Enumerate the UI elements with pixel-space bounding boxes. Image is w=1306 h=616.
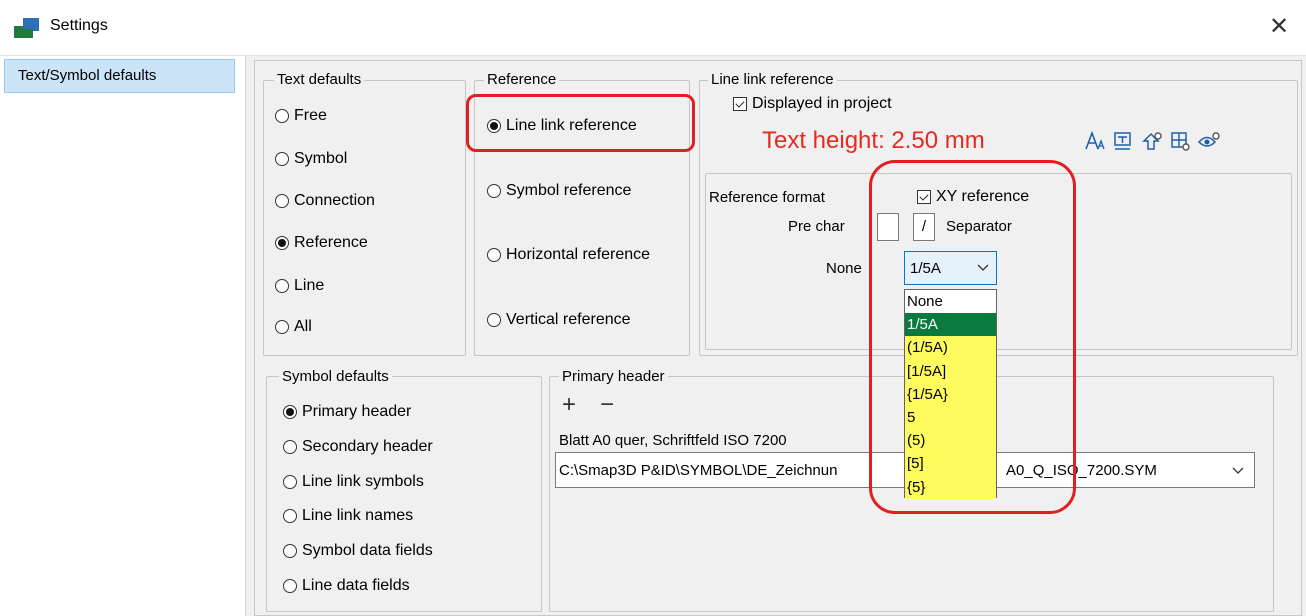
radio-label: Horizontal reference [506, 246, 651, 263]
text-height-label: Text height: 2.50 mm [762, 127, 985, 154]
radio-indicator [275, 194, 289, 208]
radio-label: Free [294, 107, 327, 124]
text-frame-icon[interactable] [1111, 129, 1135, 153]
radio-connection[interactable]: Connection [275, 192, 375, 210]
radio-indicator [487, 313, 501, 327]
text-defaults-legend: Text defaults [274, 72, 365, 88]
symbol-settings-icon[interactable] [1140, 129, 1164, 153]
reference-legend: Reference [484, 72, 560, 88]
grid-settings-icon[interactable] [1168, 129, 1192, 153]
radio-label: Line link symbols [302, 473, 424, 490]
reference-format-label: Reference format [709, 189, 825, 206]
radio-label: Secondary header [302, 438, 433, 455]
dropdown-option[interactable]: [5] [905, 452, 996, 476]
radio-label: Reference [294, 234, 368, 251]
dropdown-option[interactable]: [1/5A] [905, 359, 996, 383]
app-icon [14, 18, 39, 38]
radio-label: Symbol data fields [302, 542, 433, 559]
combo-value: 1/5A [910, 260, 941, 277]
radio-line-link-names[interactable]: Line link names [283, 507, 413, 525]
radio-reference[interactable]: Reference [275, 234, 368, 252]
checkbox-indicator [733, 97, 747, 111]
primary-header-legend: Primary header [559, 369, 668, 385]
radio-indicator [283, 440, 297, 454]
dropdown-option[interactable]: None [905, 290, 996, 314]
radio-free[interactable]: Free [275, 107, 327, 125]
sidebar-item-label: Text/Symbol defaults [18, 67, 157, 84]
path-value-end: A0_Q_ISO_7200.SYM [1006, 462, 1157, 479]
chevron-down-icon [1232, 467, 1244, 474]
radio-line-data-fields[interactable]: Line data fields [283, 577, 410, 595]
xy-reference-checkbox[interactable]: XY reference [917, 188, 1029, 206]
pre-char-input[interactable] [877, 213, 899, 241]
font-size-icon[interactable] [1083, 129, 1107, 153]
radio-label: Line link names [302, 507, 414, 524]
radio-indicator [283, 544, 297, 558]
radio-symbol-data-fields[interactable]: Symbol data fields [283, 542, 433, 560]
none-label: None [826, 260, 862, 277]
radio-symbol-reference[interactable]: Symbol reference [487, 182, 631, 200]
dropdown-option[interactable]: {5} [905, 475, 996, 499]
checkbox-label: XY reference [936, 188, 1030, 205]
radio-symbol[interactable]: Symbol [275, 150, 347, 168]
reference-format-dropdown-overlay: None 1/5A (1/5A) [1/5A] {1/5A} 5 (5) [5]… [904, 289, 997, 499]
radio-vertical-reference[interactable]: Vertical reference [487, 311, 631, 329]
radio-indicator [283, 405, 297, 419]
dropdown-option[interactable]: {1/5A} [905, 382, 996, 406]
displayed-in-project-checkbox[interactable]: Displayed in project [733, 95, 892, 113]
reference-format-combo[interactable]: 1/5A [904, 251, 997, 285]
radio-indicator [275, 279, 289, 293]
radio-label: Symbol [294, 150, 348, 167]
radio-indicator [487, 248, 501, 262]
radio-indicator [275, 320, 289, 334]
radio-label: Vertical reference [506, 311, 631, 328]
checkbox-indicator [917, 190, 931, 204]
dropdown-option[interactable]: 5 [905, 405, 996, 430]
dropdown-option[interactable]: (5) [905, 429, 996, 453]
radio-horizontal-reference[interactable]: Horizontal reference [487, 246, 650, 264]
radio-indicator [283, 509, 297, 523]
pre-char-label: Pre char [788, 218, 845, 235]
sidebar: Text/Symbol defaults [0, 56, 246, 616]
dropdown-option[interactable]: (1/5A) [905, 336, 996, 360]
radio-indicator [487, 119, 501, 133]
visibility-settings-icon[interactable] [1197, 129, 1221, 153]
line-link-reference-legend: Line link reference [708, 72, 837, 88]
radio-line-link-symbols[interactable]: Line link symbols [283, 473, 424, 491]
radio-indicator [275, 109, 289, 123]
add-icon[interactable]: + [562, 391, 576, 419]
radio-label: Line data fields [302, 577, 410, 594]
title-bar: Settings ✕ [0, 0, 1306, 56]
close-button[interactable]: ✕ [1262, 10, 1296, 44]
radio-indicator [283, 475, 297, 489]
path-value-start: C:\Smap3D P&ID\SYMBOL\DE_Zeichnun [559, 462, 838, 479]
chevron-down-icon [977, 264, 989, 271]
radio-label: All [294, 318, 312, 335]
radio-line-link-reference[interactable]: Line link reference [487, 117, 637, 135]
radio-all[interactable]: All [275, 318, 312, 336]
dropdown-option[interactable]: 1/5A [905, 313, 996, 337]
radio-label: Line link reference [506, 117, 637, 134]
window-title: Settings [50, 17, 108, 34]
sidebar-item-text-symbol-defaults[interactable]: Text/Symbol defaults [4, 59, 235, 93]
radio-indicator [275, 152, 289, 166]
radio-label: Symbol reference [506, 182, 632, 199]
radio-indicator [283, 579, 297, 593]
sheet-label: Blatt A0 quer, Schriftfeld ISO 7200 [559, 432, 787, 449]
checkbox-label: Displayed in project [752, 95, 892, 112]
remove-icon[interactable]: − [600, 391, 614, 419]
separator-input[interactable]: / [913, 213, 935, 241]
radio-primary-header[interactable]: Primary header [283, 403, 411, 421]
radio-label: Line [294, 277, 325, 294]
symbol-defaults-legend: Symbol defaults [279, 369, 392, 385]
radio-label: Primary header [302, 403, 412, 420]
radio-indicator [275, 236, 289, 250]
separator-label: Separator [946, 218, 1012, 235]
radio-line[interactable]: Line [275, 277, 324, 295]
radio-indicator [487, 184, 501, 198]
radio-label: Connection [294, 192, 375, 209]
radio-secondary-header[interactable]: Secondary header [283, 438, 433, 456]
